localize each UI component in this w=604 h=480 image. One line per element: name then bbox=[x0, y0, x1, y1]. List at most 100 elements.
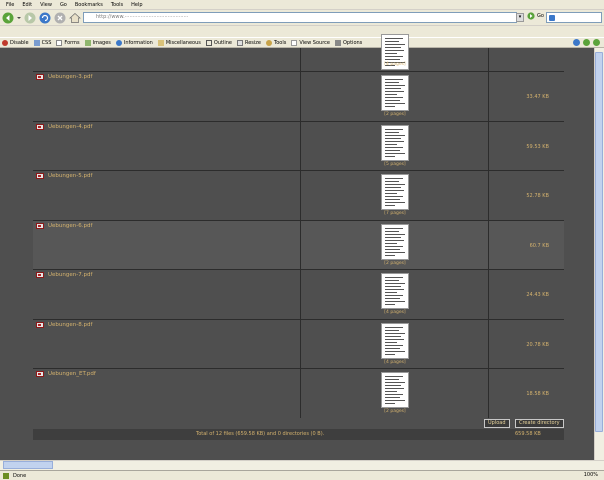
forms-icon bbox=[56, 39, 63, 46]
file-link[interactable]: Uebungen-8.pdf bbox=[36, 321, 92, 328]
search-engine-icon bbox=[549, 15, 555, 21]
zoom-level[interactable]: 100% bbox=[584, 471, 598, 479]
pdf-file-icon bbox=[36, 173, 44, 179]
horizontal-scrollbar[interactable] bbox=[0, 460, 604, 470]
table-row: Uebungen-3.pdf [2 pages] 33.47 KB bbox=[33, 72, 564, 122]
pdf-thumbnail[interactable] bbox=[381, 75, 409, 111]
dev-view-source[interactable]: View Source bbox=[291, 39, 330, 46]
pdf-thumbnail[interactable] bbox=[381, 273, 409, 309]
dev-images[interactable]: Images bbox=[84, 39, 111, 46]
file-size: 59.53 KB bbox=[526, 143, 549, 150]
file-link[interactable]: Uebungen-5.pdf bbox=[36, 173, 92, 179]
css-icon bbox=[33, 39, 40, 46]
total-size: 659.58 KB bbox=[515, 431, 541, 437]
resize-icon bbox=[236, 39, 243, 46]
file-size: 18.58 KB bbox=[526, 391, 549, 397]
file-link[interactable]: Uebungen-4.pdf bbox=[36, 123, 92, 130]
dev-tools[interactable]: Tools bbox=[266, 39, 286, 46]
menu-tools[interactable]: Tools bbox=[107, 2, 127, 8]
information-icon bbox=[115, 39, 122, 46]
file-size: 20.78 KB bbox=[526, 341, 549, 348]
table-row: Uebungen-6.pdf [2 pages] 60.7 KB bbox=[33, 220, 564, 270]
dev-css[interactable]: CSS bbox=[33, 39, 51, 46]
page-count[interactable]: [4 pages] bbox=[381, 360, 409, 365]
dev-miscellaneous[interactable]: Miscellaneous bbox=[157, 39, 201, 46]
home-icon[interactable] bbox=[69, 12, 81, 24]
pdf-thumbnail[interactable] bbox=[381, 174, 409, 210]
page-count[interactable]: [2 pages] bbox=[381, 112, 409, 117]
file-link[interactable]: Uebungen-6.pdf bbox=[36, 222, 92, 229]
menu-bookmarks[interactable]: Bookmarks bbox=[71, 2, 107, 8]
view-source-icon bbox=[291, 39, 298, 46]
create-directory-button[interactable]: Create directory bbox=[515, 419, 564, 428]
pdf-file-icon bbox=[36, 272, 44, 278]
web-developer-toolbar: Disable CSS Forms Images Information Mis… bbox=[0, 37, 604, 48]
tools-icon bbox=[266, 39, 273, 46]
pdf-thumbnail[interactable] bbox=[381, 322, 409, 359]
validation-status-icon[interactable] bbox=[573, 39, 580, 46]
pdf-file-icon bbox=[36, 123, 44, 130]
page-count[interactable]: [5 pages] bbox=[381, 162, 409, 167]
reload-icon[interactable] bbox=[39, 12, 51, 24]
horizontal-scroll-thumb[interactable] bbox=[3, 461, 53, 469]
js-status-icon[interactable] bbox=[593, 39, 600, 46]
file-link[interactable]: Uebungen-3.pdf bbox=[36, 74, 92, 80]
page-count[interactable]: [4 pages] bbox=[381, 310, 409, 315]
dev-status-icons bbox=[570, 39, 600, 46]
dev-outline[interactable]: Outline bbox=[205, 39, 232, 46]
status-text: Done bbox=[13, 472, 27, 479]
pdf-thumbnail[interactable] bbox=[381, 223, 409, 260]
page-count[interactable]: [2 pages] bbox=[381, 261, 409, 266]
dev-options[interactable]: Options bbox=[334, 39, 362, 46]
total-summary: Total of 12 files (659.58 KB) and 0 dire… bbox=[196, 431, 325, 437]
back-dropdown-icon[interactable] bbox=[17, 12, 21, 24]
menu-go[interactable]: Go bbox=[56, 2, 71, 8]
miscellaneous-icon bbox=[157, 39, 164, 46]
menu-bar: File Edit View Go Bookmarks Tools Help bbox=[0, 0, 604, 10]
page-count[interactable]: [2 pages] bbox=[381, 409, 409, 414]
pdf-file-icon bbox=[36, 222, 44, 229]
file-size: 60.7 KB bbox=[529, 242, 549, 249]
back-icon[interactable] bbox=[2, 12, 14, 24]
dev-forms[interactable]: Forms bbox=[56, 39, 80, 46]
file-link[interactable]: Uebungen_ET.pdf bbox=[36, 371, 96, 377]
action-bar: Upload Create directory bbox=[33, 418, 564, 429]
menu-help[interactable]: Help bbox=[127, 2, 146, 8]
pdf-thumbnail[interactable] bbox=[381, 372, 409, 408]
table-row: Uebungen-4.pdf [5 pages] 59.53 KB bbox=[33, 121, 564, 171]
forward-icon[interactable] bbox=[24, 12, 36, 24]
file-size: 52.78 KB bbox=[526, 193, 549, 199]
status-bar: Done bbox=[0, 470, 604, 480]
table-row: Uebungen_ET.pdf [2 pages] 18.58 KB bbox=[33, 369, 564, 419]
dev-disable[interactable]: Disable bbox=[2, 39, 29, 46]
dev-resize[interactable]: Resize bbox=[236, 39, 261, 46]
vertical-scroll-thumb[interactable] bbox=[595, 52, 603, 432]
listing-footer: Total of 12 files (659.58 KB) and 0 dire… bbox=[33, 429, 564, 440]
go-icon bbox=[527, 12, 535, 20]
go-label: Go bbox=[537, 13, 544, 19]
file-size: 24.43 KB bbox=[526, 292, 549, 298]
table-row: Uebungen-7.pdf [4 pages] 24.43 KB bbox=[33, 270, 564, 320]
file-link[interactable]: Uebungen-7.pdf bbox=[36, 272, 92, 278]
table-row: Uebungen-8.pdf [4 pages] 20.78 KB bbox=[33, 319, 564, 369]
search-input[interactable] bbox=[546, 12, 602, 23]
address-bar[interactable]: http://www.·····························… bbox=[83, 12, 517, 23]
address-dropdown[interactable]: ▾ bbox=[516, 13, 524, 22]
file-table: [4 pages] Uebungen-3.pdf [2 pages] 33.47… bbox=[33, 34, 564, 419]
dev-information[interactable]: Information bbox=[115, 39, 153, 46]
css-status-icon[interactable] bbox=[583, 39, 590, 46]
menu-view[interactable]: View bbox=[36, 2, 56, 8]
pdf-thumbnail[interactable] bbox=[381, 124, 409, 161]
disable-icon bbox=[2, 39, 8, 46]
pdf-file-icon bbox=[36, 74, 44, 80]
pdf-file-icon bbox=[36, 371, 44, 377]
stop-icon[interactable] bbox=[54, 12, 66, 24]
go-button[interactable]: Go bbox=[527, 12, 544, 20]
table-row: Uebungen-5.pdf [7 pages] 52.78 KB bbox=[33, 171, 564, 221]
menu-edit[interactable]: Edit bbox=[18, 2, 36, 8]
images-icon bbox=[84, 39, 91, 46]
menu-file[interactable]: File bbox=[2, 2, 18, 8]
page-count[interactable]: [4 pages] bbox=[381, 62, 409, 67]
upload-button[interactable]: Upload bbox=[484, 419, 510, 428]
page-count[interactable]: [7 pages] bbox=[381, 211, 409, 216]
